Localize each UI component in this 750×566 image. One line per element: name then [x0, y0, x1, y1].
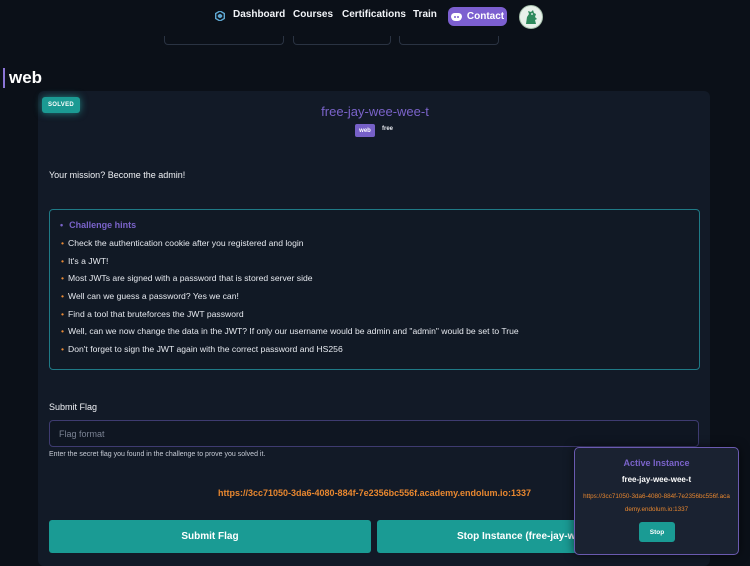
- hexagon-icon: [215, 11, 225, 21]
- flag-help-text: Enter the secret flag you found in the c…: [49, 451, 266, 458]
- category-accent-bar: [3, 68, 5, 88]
- active-instance-popup: Active Instance free-jay-wee-wee-t https…: [574, 447, 739, 555]
- subnav-tab: [164, 36, 284, 45]
- subnav-tab: [399, 36, 499, 45]
- nav-train[interactable]: Train: [413, 9, 437, 20]
- instance-url-link[interactable]: https://3cc71050-3da6-4080-884f-7e2356bc…: [218, 488, 531, 498]
- popup-stop-button[interactable]: Stop: [639, 522, 675, 542]
- dragon-avatar-icon: [526, 10, 537, 24]
- hint-item: Find a tool that bruteforces the JWT pas…: [61, 309, 244, 319]
- mission-text: Your mission? Become the admin!: [49, 170, 186, 180]
- nav-dashboard[interactable]: Dashboard: [233, 9, 285, 20]
- subnav-tab: [293, 36, 391, 45]
- active-instance-title: Active Instance: [623, 458, 690, 468]
- contact-button[interactable]: Contact: [448, 7, 507, 26]
- hint-item: It's a JWT!: [61, 256, 108, 266]
- category-title: web: [9, 68, 43, 87]
- discord-icon: [450, 12, 462, 21]
- hint-item: Check the authentication cookie after yo…: [61, 238, 304, 248]
- hint-item: Don't forget to sign the JWT again with …: [61, 344, 343, 354]
- hints-title[interactable]: Challenge hints: [60, 220, 136, 230]
- tag-free: free: [382, 126, 394, 132]
- top-nav: Dashboard Courses Certifications Train C…: [0, 0, 750, 36]
- challenge-title: free-jay-wee-wee-t: [321, 104, 429, 119]
- active-instance-url[interactable]: https://3cc71050-3da6-4080-884f-7e2356bc…: [583, 490, 730, 516]
- tag-web: web: [355, 124, 375, 137]
- active-instance-name: free-jay-wee-wee-t: [621, 475, 692, 484]
- hint-item: Well can we guess a password? Yes we can…: [61, 291, 239, 301]
- nav-certifications[interactable]: Certifications: [342, 9, 406, 20]
- submit-flag-button[interactable]: Submit Flag: [49, 520, 371, 553]
- nav-courses[interactable]: Courses: [293, 9, 333, 20]
- submit-flag-label: Submit Flag: [49, 402, 98, 412]
- hints-panel: Challenge hints Check the authentication…: [49, 209, 700, 370]
- hint-item: Most JWTs are signed with a password tha…: [61, 273, 313, 283]
- hint-item: Well, can we now change the data in the …: [61, 326, 519, 336]
- avatar[interactable]: [519, 5, 543, 29]
- flag-input[interactable]: [49, 420, 699, 447]
- contact-label: Contact: [466, 11, 505, 22]
